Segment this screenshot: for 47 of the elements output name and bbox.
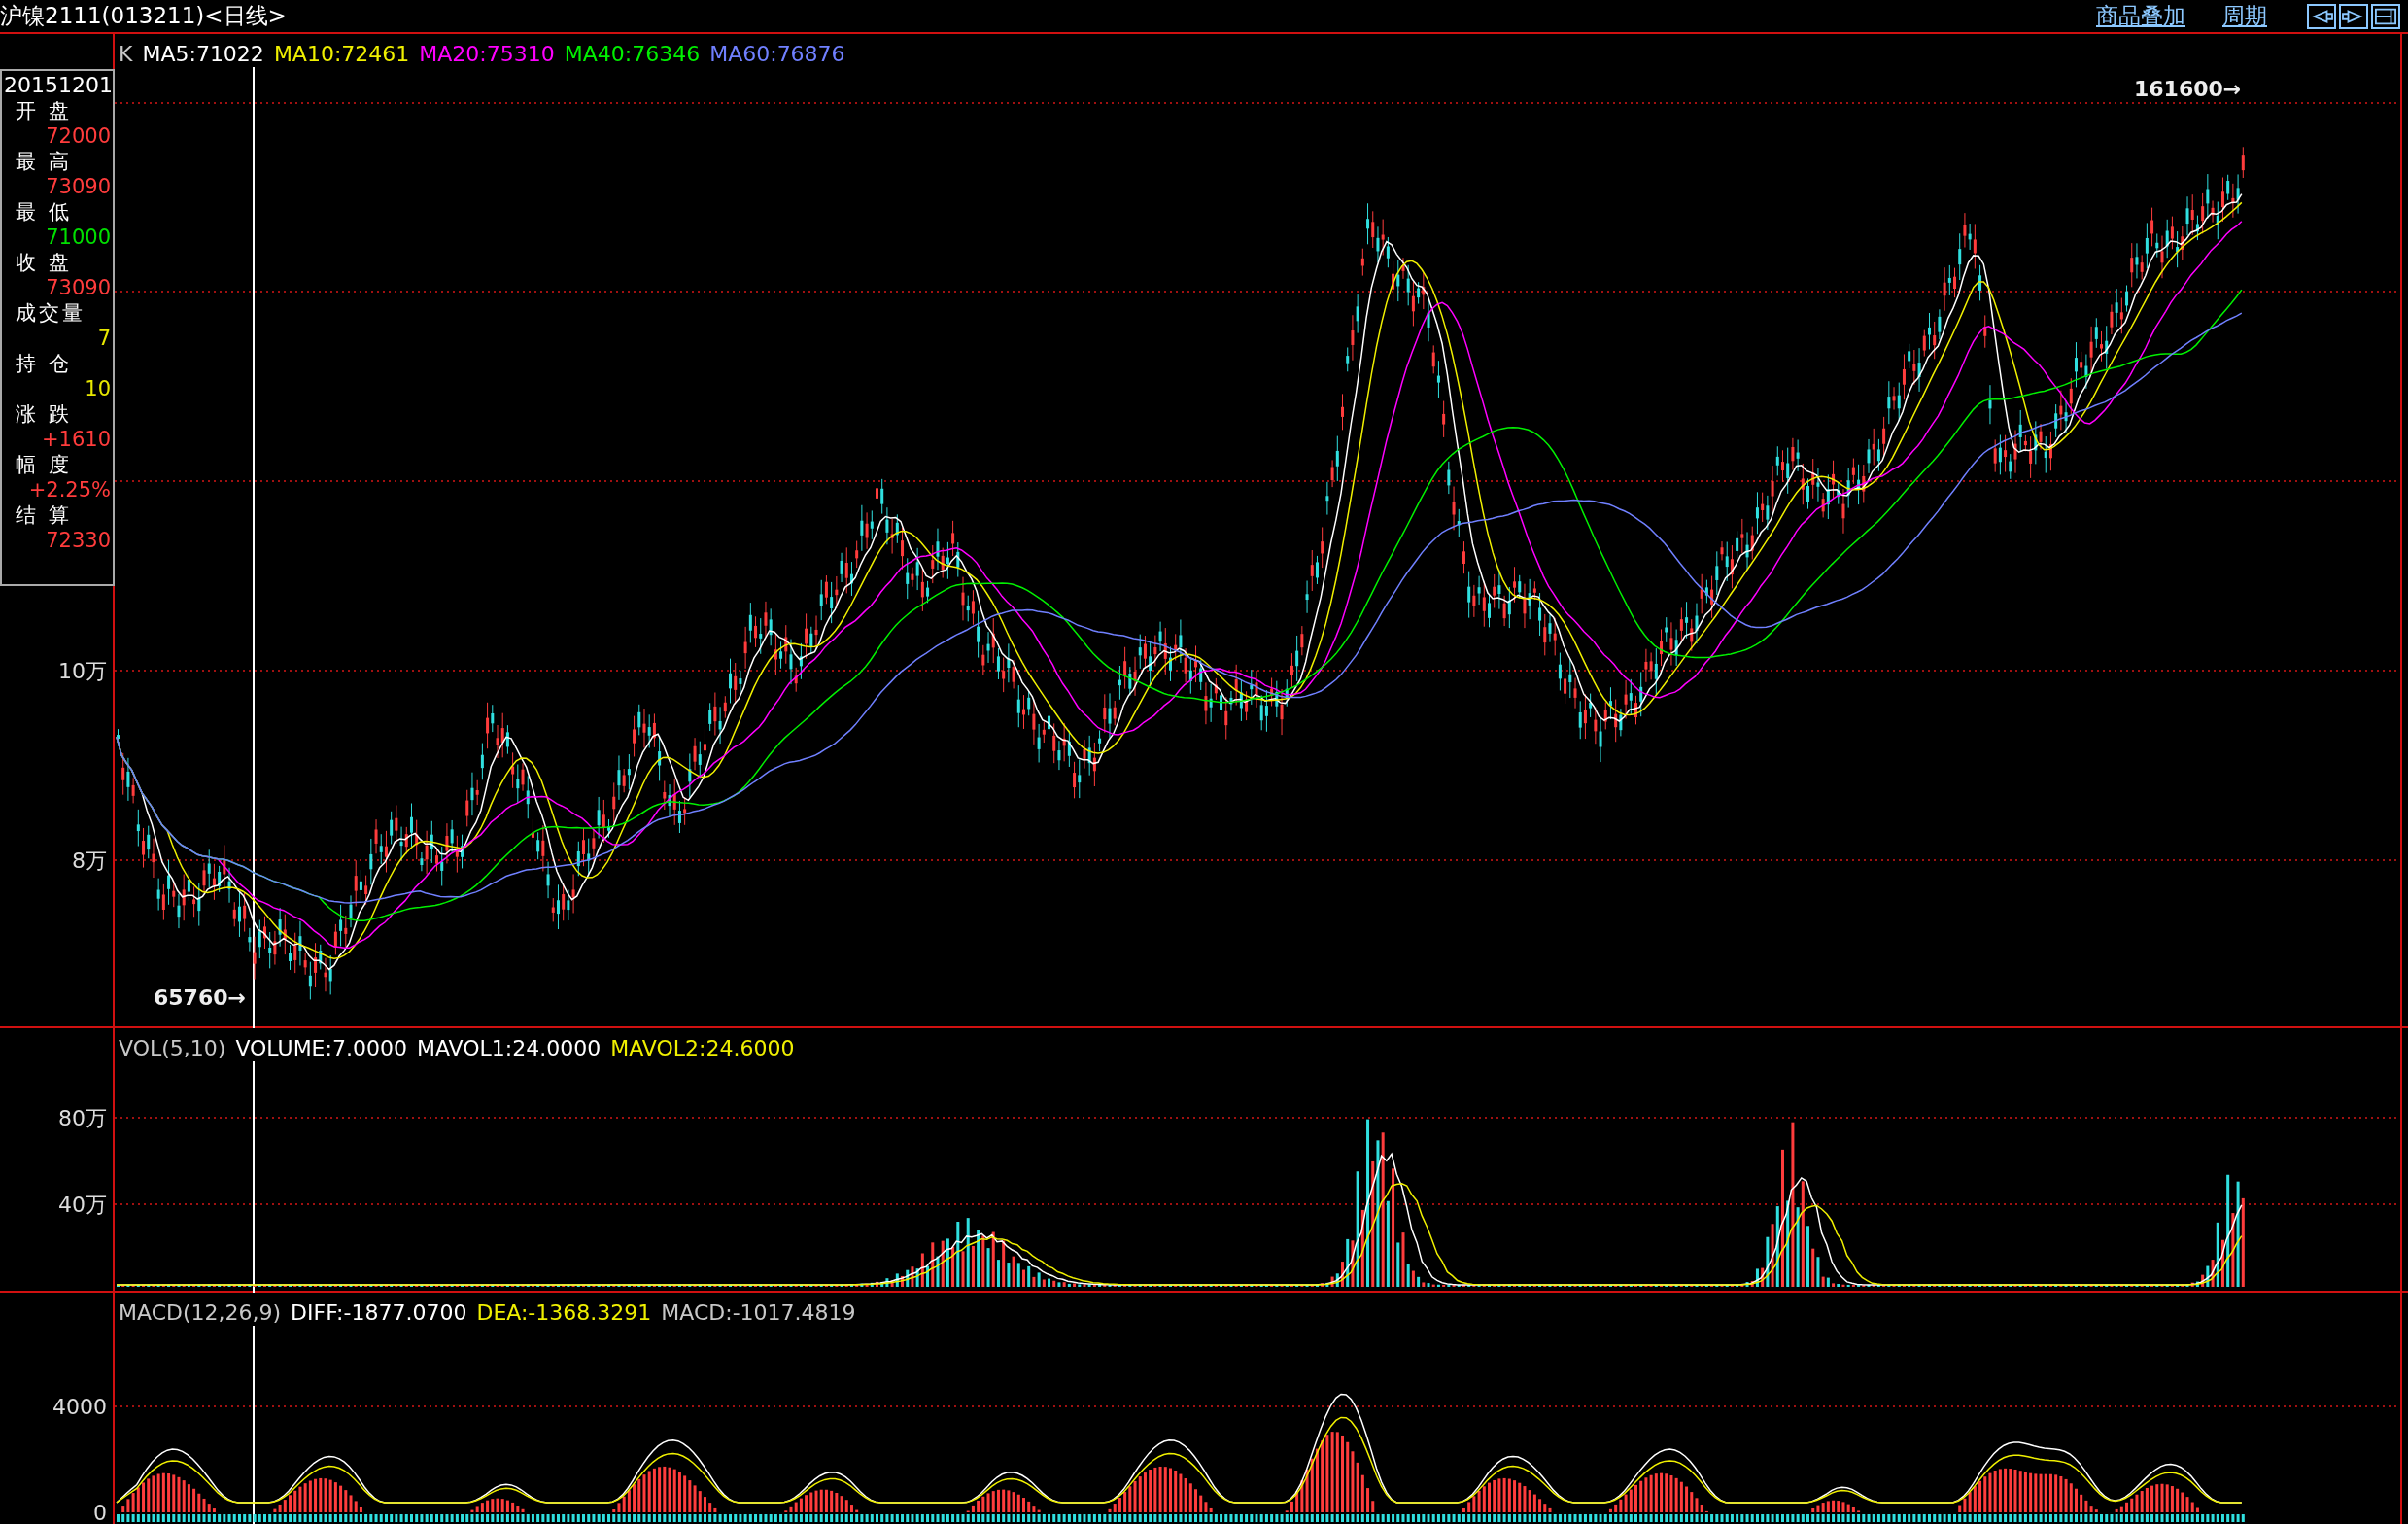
legend-value: MACD:-1017.4819 [661,1299,856,1327]
toolbar-link[interactable]: 周期 [2222,0,2267,33]
right-arrow-button[interactable] [2339,3,2368,29]
axis-label: 4000 [52,1393,107,1421]
field-value: 10 [84,376,111,401]
field-label: 最低 [15,199,83,225]
field-label: 开盘 [15,98,83,123]
toolbar-link[interactable]: 商品叠加 [2096,0,2185,33]
layout-button[interactable] [2371,3,2400,29]
price-marker: 161600→ [2134,76,2242,103]
field-label: 持仓 [15,351,83,376]
axis-label: 80万 [58,1104,107,1132]
legend-value: MA60:76876 [709,41,845,68]
price-marker: 65760→ [154,985,246,1012]
date-label: 20151201 [4,73,111,98]
legend-value: VOLUME:7.0000 [235,1035,407,1062]
field-label: 涨跌 [15,401,83,427]
field-value: 72000 [45,123,111,149]
field-label: 成交量 [15,300,87,326]
field-value: 73090 [45,275,111,300]
field-value: 71000 [45,225,111,250]
axis-label: 8万 [72,847,107,875]
axis-label: 40万 [58,1191,107,1219]
legend-title: VOL(5,10) [119,1035,226,1062]
field-label: 结算 [15,502,83,528]
field-value: 73090 [45,174,111,199]
legend-value: MA20:75310 [419,41,555,68]
legend-title: MACD(12,26,9) [119,1299,282,1327]
field-label: 收盘 [15,250,83,275]
legend-value: DEA:-1368.3291 [476,1299,652,1327]
field-label: 幅度 [15,452,83,477]
field-value: +1610 [40,427,111,452]
legend-value: MAVOL1:24.0000 [416,1035,602,1062]
legend-value: MA10:72461 [273,41,410,68]
legend-value: DIFF:-1877.0700 [291,1299,467,1327]
chart-title: 沪镍2111(013211)<日线> [0,2,287,30]
legend-title: K [119,41,133,68]
field-value: 7 [96,326,111,351]
legend-value: MA5:71022 [142,41,264,68]
field-value: 72330 [45,528,111,553]
legend-value: MA40:76346 [564,41,701,68]
left-arrow-button[interactable] [2307,3,2336,29]
axis-label: 0 [93,1499,107,1524]
axis-label: 10万 [58,657,107,685]
legend-value: MAVOL2:24.6000 [610,1035,795,1062]
field-label: 最高 [15,149,83,174]
field-value: +2.25% [27,477,111,502]
